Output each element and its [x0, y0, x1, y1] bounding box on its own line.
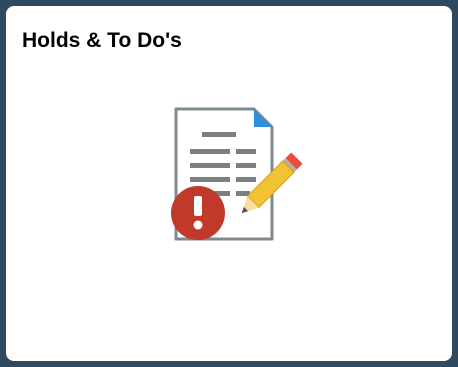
- holds-todos-tile[interactable]: Holds & To Do's: [6, 6, 452, 361]
- document-pencil-alert-icon: [158, 101, 308, 251]
- tile-title: Holds & To Do's: [22, 29, 182, 52]
- alert-icon: [171, 186, 225, 240]
